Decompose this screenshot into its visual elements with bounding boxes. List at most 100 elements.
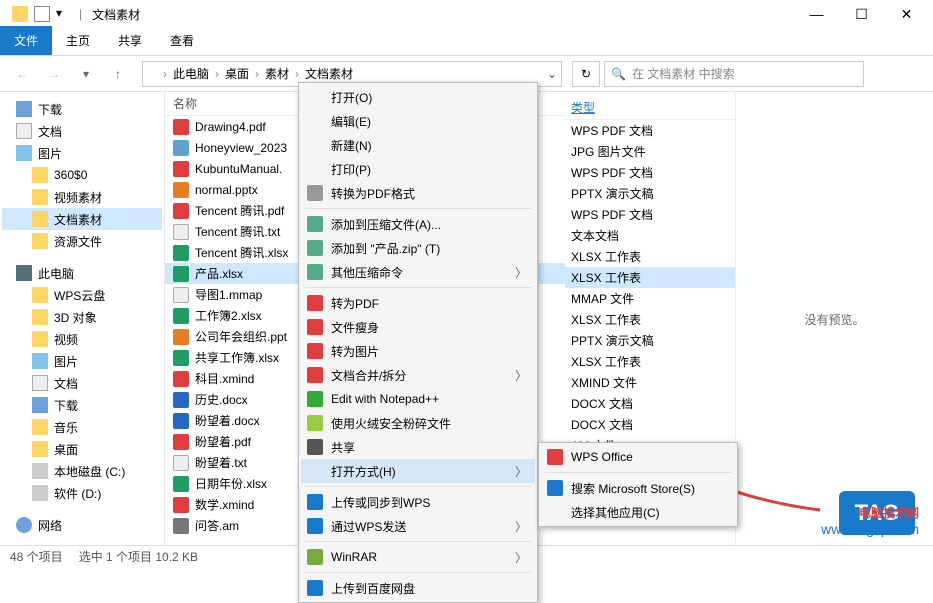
folder-icon (32, 287, 48, 303)
menu-item[interactable]: 上传或同步到WPS (301, 490, 535, 514)
tree-item[interactable]: 文档素材 (2, 208, 162, 230)
tree-item[interactable]: WPS云盘 (2, 284, 162, 306)
submenu-arrow-icon: 〉 (515, 463, 527, 480)
refresh-button[interactable]: ↻ (572, 61, 600, 87)
folder-icon (32, 189, 48, 205)
menu-item[interactable]: WinRAR〉 (301, 545, 535, 569)
file-icon (173, 182, 189, 198)
menu-icon (307, 185, 323, 201)
menu-item[interactable]: 通过WPS发送〉 (301, 514, 535, 538)
menu-icon (307, 415, 323, 431)
tree-item[interactable]: 图片 (2, 350, 162, 372)
tree-item[interactable]: 360$0 (2, 164, 162, 186)
file-icon (173, 434, 189, 450)
file-icon (173, 224, 189, 240)
column-type[interactable]: 类型 (565, 96, 735, 120)
tree-item[interactable]: 此电脑 (2, 262, 162, 284)
menu-icon (307, 439, 323, 455)
menu-icon (307, 518, 323, 534)
type-cell: JPG 图片文件 (565, 141, 735, 162)
menu-item[interactable]: 添加到压缩文件(A)... (301, 212, 535, 236)
menu-item[interactable]: 添加到 "产品.zip" (T) (301, 236, 535, 260)
file-icon (173, 329, 189, 345)
tree-item[interactable]: 资源文件 (2, 230, 162, 252)
breadcrumb[interactable]: 桌面 (221, 65, 253, 82)
tree-item[interactable]: 软件 (D:) (2, 482, 162, 504)
menu-item[interactable]: 打开(O) (301, 85, 535, 109)
folder-icon (32, 441, 48, 457)
tree-item[interactable]: 视频 (2, 328, 162, 350)
menu-item[interactable]: WPS Office (541, 445, 735, 469)
open-with-submenu[interactable]: WPS Office 搜索 Microsoft Store(S)选择其他应用(C) (538, 442, 738, 527)
title-bar: ▾ | 文档素材 — ☐ ✕ (0, 0, 933, 28)
context-menu[interactable]: 打开(O)编辑(E)新建(N)打印(P)转换为PDF格式添加到压缩文件(A)..… (298, 82, 538, 603)
folder-icon (32, 419, 48, 435)
search-input[interactable]: 🔍 在 文档素材 中搜索 (604, 61, 864, 87)
qat-dropdown-icon[interactable]: ▾ (56, 6, 72, 22)
menu-item[interactable]: Edit with Notepad++ (301, 387, 535, 411)
search-icon: 🔍 (611, 67, 626, 81)
menu-item[interactable]: 新建(N) (301, 133, 535, 157)
tree-item[interactable]: 3D 对象 (2, 306, 162, 328)
qat-icon[interactable] (34, 6, 50, 22)
tree-item[interactable]: 下载 (2, 394, 162, 416)
file-icon (173, 140, 189, 156)
folder-icon (32, 397, 48, 413)
back-button[interactable]: ← (8, 60, 36, 88)
preview-empty-text: 没有预览。 (804, 311, 864, 328)
menu-item[interactable]: 打开方式(H)〉 (301, 459, 535, 483)
menu-item[interactable]: 上传到百度网盘 (301, 576, 535, 600)
folder-icon (32, 485, 48, 501)
tree-item[interactable]: 网络 (2, 514, 162, 536)
breadcrumb[interactable]: 素材 (261, 65, 293, 82)
menu-item[interactable]: 转为PDF (301, 291, 535, 315)
menu-item[interactable]: 使用火绒安全粉碎文件 (301, 411, 535, 435)
address-icon (147, 67, 161, 81)
tree-item[interactable]: 图片 (2, 142, 162, 164)
menu-item[interactable]: 其他压缩命令〉 (301, 260, 535, 284)
menu-item[interactable]: 文件瘦身 (301, 315, 535, 339)
breadcrumb[interactable]: 文档素材 (301, 65, 357, 82)
window-icon (12, 6, 28, 22)
folder-icon (32, 309, 48, 325)
menu-item[interactable]: 文档合并/拆分〉 (301, 363, 535, 387)
navigation-tree[interactable]: 下载文档图片360$0视频素材文档素材资源文件此电脑WPS云盘3D 对象视频图片… (0, 92, 165, 547)
tab-view[interactable]: 查看 (156, 26, 208, 55)
minimize-button[interactable]: — (794, 0, 839, 28)
close-button[interactable]: ✕ (884, 0, 929, 28)
file-icon (173, 245, 189, 261)
tab-file[interactable]: 文件 (0, 26, 52, 55)
tab-home[interactable]: 主页 (52, 26, 104, 55)
tree-item[interactable]: 文档 (2, 372, 162, 394)
menu-icon (307, 240, 323, 256)
tab-share[interactable]: 共享 (104, 26, 156, 55)
tree-item[interactable]: 下载 (2, 98, 162, 120)
menu-item[interactable]: 转换为PDF格式 (301, 181, 535, 205)
menu-item[interactable]: 打印(P) (301, 157, 535, 181)
file-icon (173, 308, 189, 324)
menu-item[interactable]: 转为图片 (301, 339, 535, 363)
file-icon (173, 287, 189, 303)
type-cell: XLSX 工作表 (565, 267, 735, 288)
tree-item[interactable]: 本地磁盘 (C:) (2, 460, 162, 482)
menu-item[interactable]: 选择其他应用(C) (541, 500, 735, 524)
type-cell: XLSX 工作表 (565, 246, 735, 267)
forward-button[interactable]: → (40, 60, 68, 88)
maximize-button[interactable]: ☐ (839, 0, 884, 28)
tree-item[interactable]: 音乐 (2, 416, 162, 438)
tree-item[interactable]: 桌面 (2, 438, 162, 460)
folder-icon (16, 123, 32, 139)
tree-item[interactable]: 视频素材 (2, 186, 162, 208)
address-dropdown-icon[interactable]: ⌄ (547, 67, 557, 81)
menu-item[interactable]: 搜索 Microsoft Store(S) (541, 476, 735, 500)
history-dropdown[interactable]: ▾ (72, 60, 100, 88)
up-button[interactable]: ↑ (104, 60, 132, 88)
menu-item[interactable]: 编辑(E) (301, 109, 535, 133)
menu-item[interactable]: 共享 (301, 435, 535, 459)
file-icon (173, 392, 189, 408)
submenu-arrow-icon: 〉 (515, 518, 527, 535)
type-cell: WPS PDF 文档 (565, 120, 735, 141)
folder-icon (32, 375, 48, 391)
tree-item[interactable]: 文档 (2, 120, 162, 142)
breadcrumb[interactable]: 此电脑 (169, 65, 213, 82)
